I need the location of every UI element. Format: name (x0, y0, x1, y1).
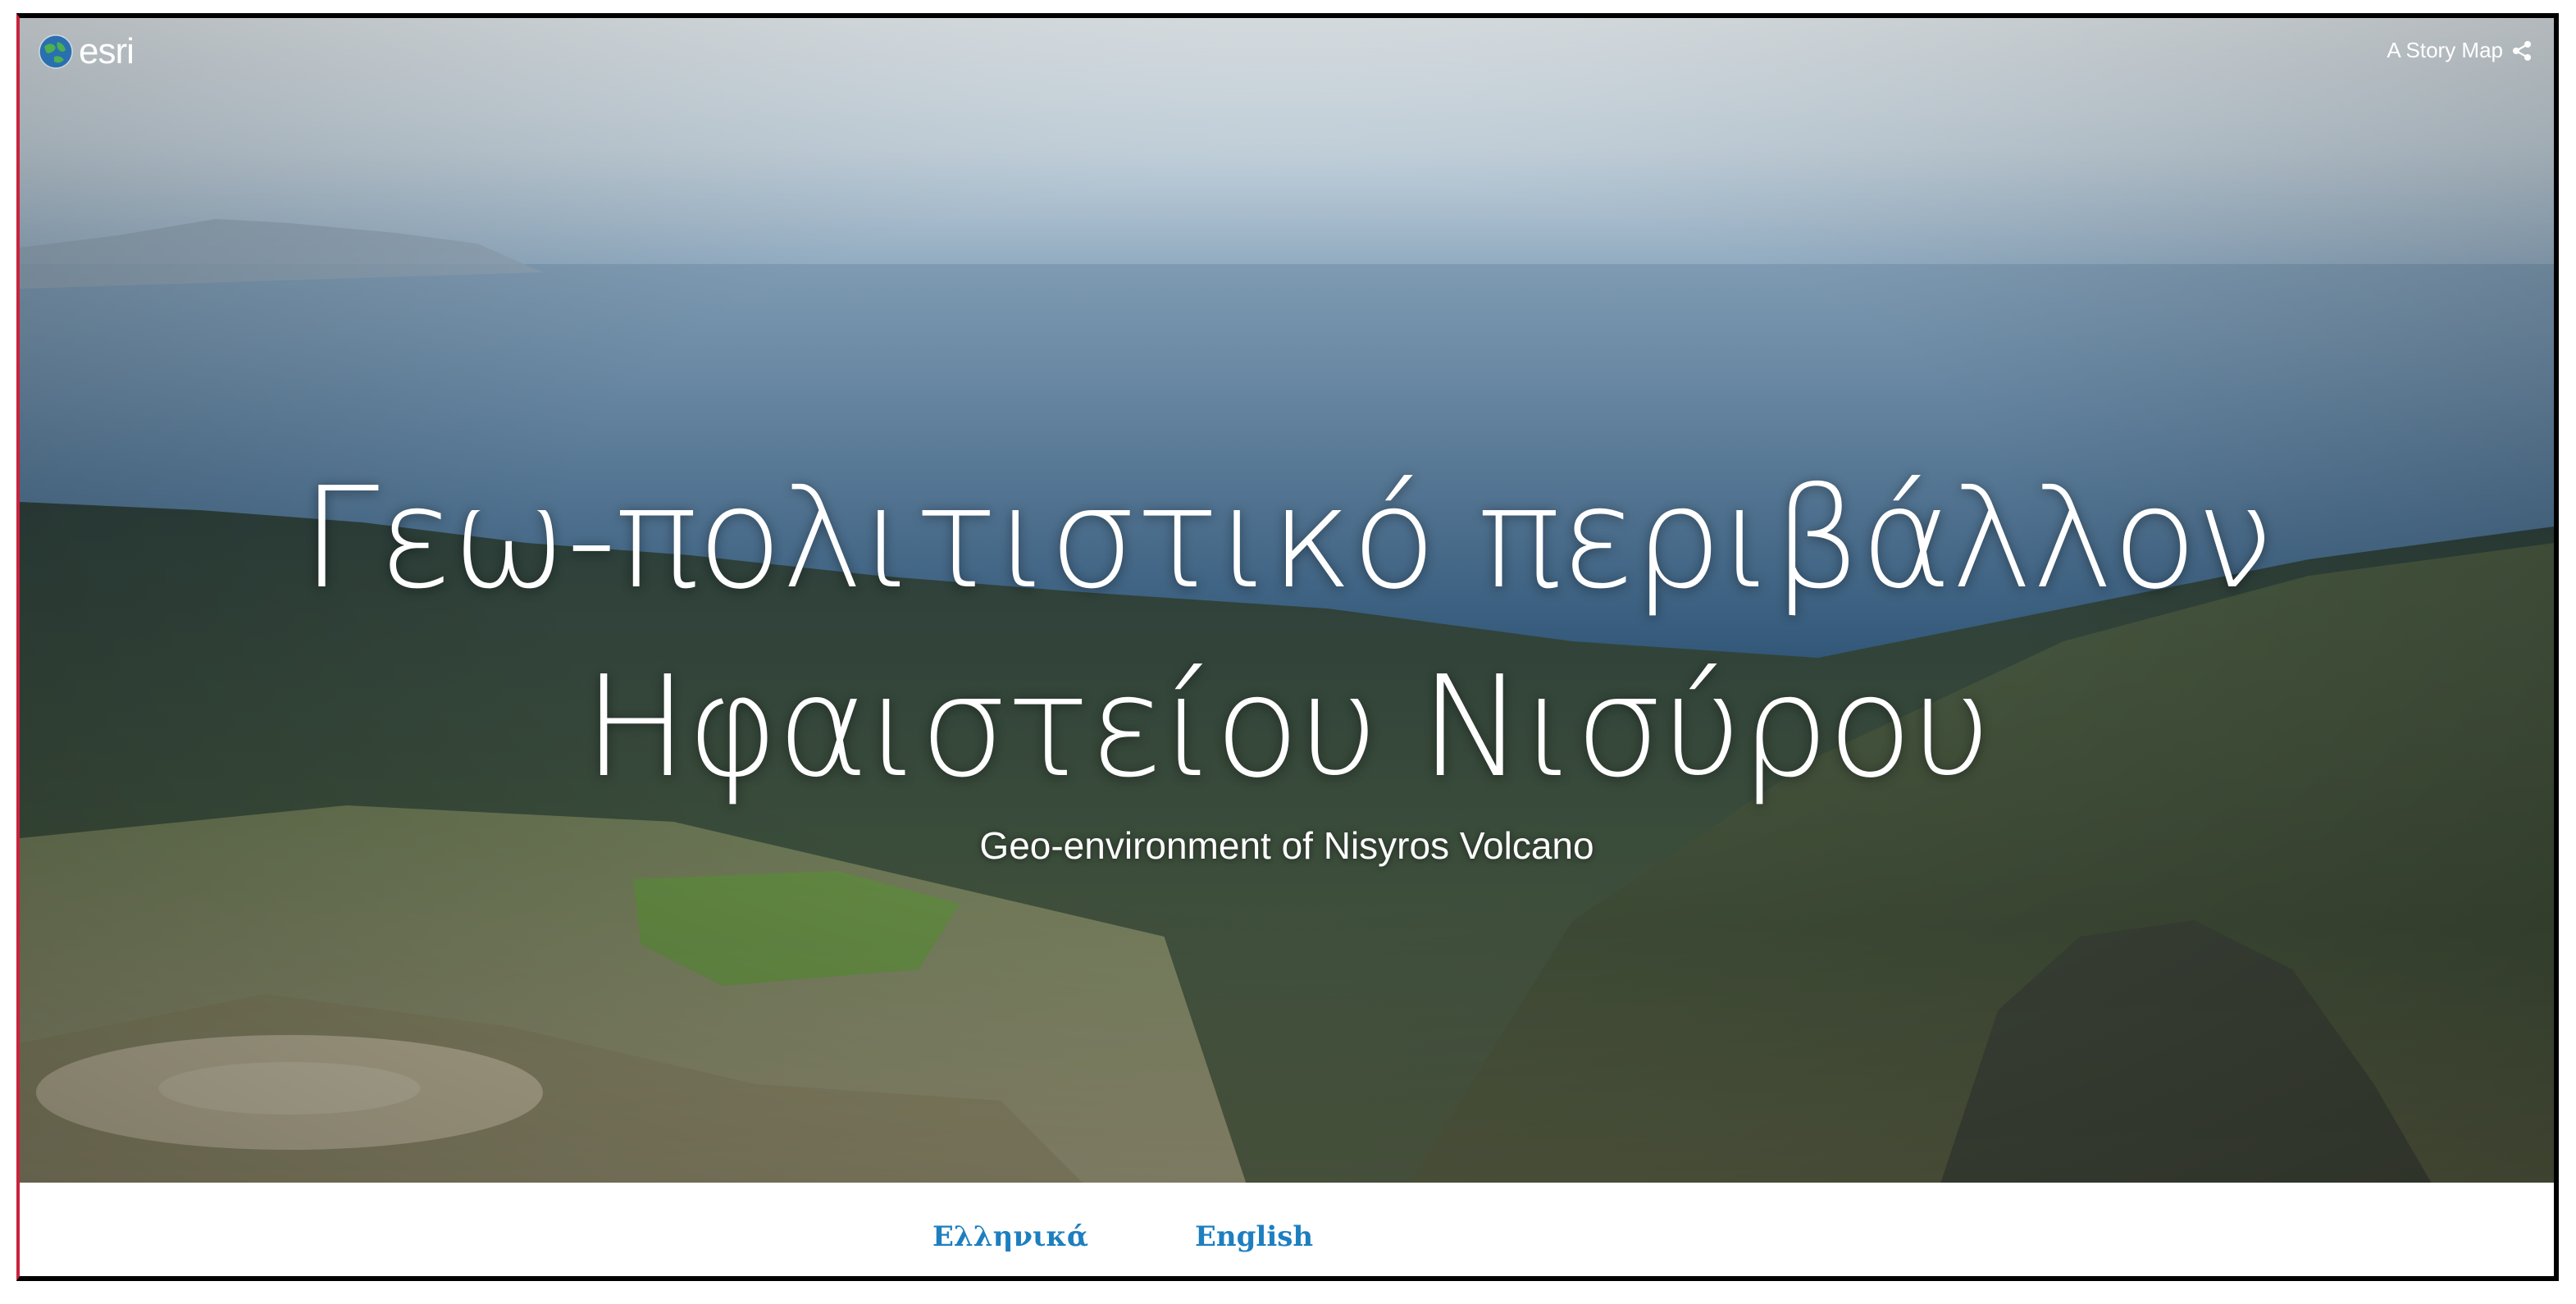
globe-icon (38, 34, 74, 70)
share-icon[interactable] (2511, 40, 2533, 62)
brand-text: esri (79, 31, 134, 71)
story-map-frame: esri A Story Map Γεω-πολιτιστικό περιβάλ… (16, 13, 2559, 1281)
title-line-1: Γεω-πολιτιστικό περιβάλλον (301, 458, 2274, 620)
hero-cover: esri A Story Map Γεω-πολιτιστικό περιβάλ… (20, 18, 2554, 1183)
language-selector: Ελληνικά English (20, 1183, 2554, 1276)
storymap-label: A Story Map (2387, 38, 2503, 62)
esri-logo[interactable]: esri (38, 31, 134, 72)
story-map-badge[interactable]: A Story Map (2387, 38, 2533, 63)
language-link-greek[interactable]: Ελληνικά (932, 1220, 1088, 1253)
page-subtitle: Geo-environment of Nisyros Volcano (979, 824, 1594, 867)
title-line-2: Ηφαιστείου Νισύρου (583, 646, 1991, 809)
language-link-english[interactable]: English (1195, 1220, 1313, 1253)
page-title: Γεω-πολιτιστικό περιβάλλον Ηφαιστείου Νι… (20, 445, 2554, 822)
